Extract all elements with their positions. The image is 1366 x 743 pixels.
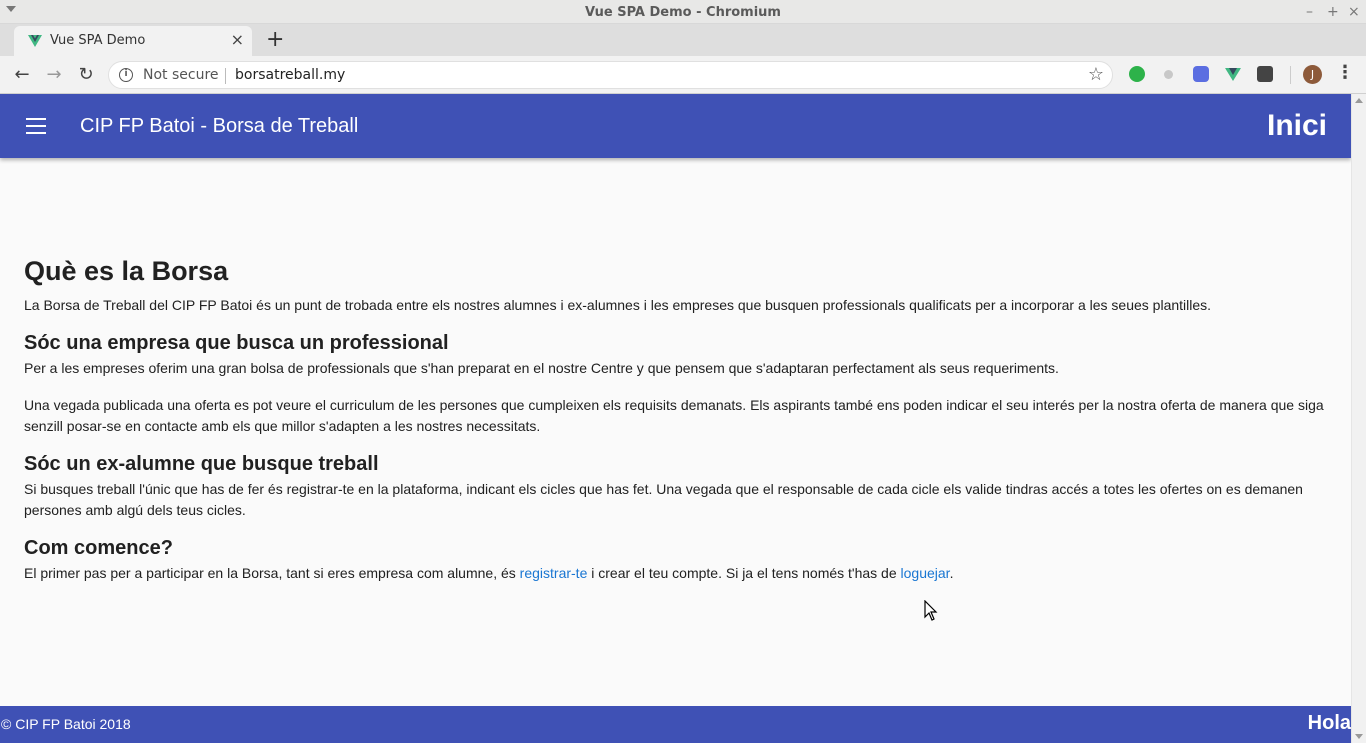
maximize-button[interactable]: +	[1327, 4, 1339, 20]
omnibox-divider	[225, 68, 226, 84]
company-paragraph-2: Una vegada publicada una oferta es pot v…	[24, 397, 1324, 434]
hexagon-extension-icon[interactable]	[1193, 66, 1209, 82]
security-label[interactable]: Not secure	[143, 67, 219, 83]
register-link[interactable]: registrar-te	[520, 565, 588, 581]
footer-copyright: © CIP FP Batoi 2018	[1, 716, 131, 732]
student-section-heading: Sóc un ex-alumne que busque treball	[24, 453, 379, 475]
page-footer: © CIP FP Batoi 2018 Hola	[0, 706, 1351, 743]
scroll-up-icon[interactable]	[1355, 98, 1363, 103]
menu-hamburger-icon[interactable]	[26, 118, 46, 134]
info-icon[interactable]: i	[119, 68, 133, 82]
vue-logo-icon	[28, 35, 42, 47]
extension-puzzle-icon[interactable]	[1257, 66, 1273, 82]
page-heading: Què es la Borsa	[24, 256, 229, 286]
reload-icon[interactable]: ↻	[73, 62, 99, 88]
url-text[interactable]: borsatreball.my	[235, 67, 345, 83]
extension-dot-icon[interactable]	[1164, 70, 1173, 79]
start-section-heading: Com comence?	[24, 537, 173, 559]
tab-vue-spa-demo[interactable]: Vue SPA Demo ×	[14, 26, 252, 56]
student-paragraph: Si busques treball l'únic que has de fer…	[24, 481, 1303, 518]
minimize-button[interactable]: –	[1306, 4, 1313, 20]
browser-menu-icon[interactable]: ⋮	[1336, 62, 1354, 83]
tab-title: Vue SPA Demo	[50, 33, 146, 48]
mouse-cursor-icon	[924, 600, 938, 621]
start-text-before: El primer pas per a participar en la Bor…	[24, 565, 520, 581]
close-tab-icon[interactable]: ×	[231, 30, 244, 49]
start-text-after: .	[949, 565, 954, 581]
toolbar-divider	[1290, 66, 1291, 84]
page-viewport: CIP FP Batoi - Borsa de Treball Inici Qu…	[0, 94, 1351, 743]
main-content: Què es la Borsa La Borsa de Treball del …	[24, 256, 1329, 600]
start-text-middle: i crear el teu compte. Si ja el tens nom…	[587, 565, 901, 581]
new-tab-button[interactable]: +	[266, 27, 284, 52]
page-scrollbar[interactable]	[1351, 94, 1366, 743]
nav-inici-link[interactable]: Inici	[1267, 109, 1327, 143]
scroll-down-icon[interactable]	[1355, 734, 1363, 739]
back-arrow-icon[interactable]: ←	[9, 62, 35, 88]
login-link[interactable]: loguejar	[901, 565, 950, 581]
intro-paragraph: La Borsa de Treball del CIP FP Batoi és …	[24, 297, 1212, 313]
app-toolbar: CIP FP Batoi - Borsa de Treball Inici	[0, 94, 1351, 158]
browser-toolbar: ← → ↻ i Not secure borsatreball.my ☆ J ⋮	[0, 56, 1366, 94]
window-titlebar: Vue SPA Demo - Chromium – + ×	[0, 0, 1366, 24]
tab-strip: Vue SPA Demo × +	[0, 24, 1366, 56]
vue-devtools-icon[interactable]	[1225, 66, 1241, 82]
forward-arrow-icon[interactable]: →	[41, 62, 67, 88]
profile-avatar[interactable]: J	[1303, 65, 1322, 84]
evernote-extension-icon[interactable]	[1129, 66, 1145, 82]
company-section-heading: Sóc una empresa que busca un professiona…	[24, 332, 449, 354]
address-bar[interactable]: i Not secure borsatreball.my ☆	[108, 61, 1113, 89]
bookmark-star-icon[interactable]: ☆	[1088, 64, 1104, 85]
close-window-button[interactable]: ×	[1348, 4, 1360, 20]
start-paragraph: El primer pas per a participar en la Bor…	[24, 563, 1329, 584]
app-title[interactable]: CIP FP Batoi - Borsa de Treball	[80, 115, 358, 138]
footer-hola: Hola	[1307, 712, 1351, 734]
company-paragraph-1: Per a les empreses oferim una gran bolsa…	[24, 360, 1059, 376]
window-title: Vue SPA Demo - Chromium	[585, 5, 781, 20]
